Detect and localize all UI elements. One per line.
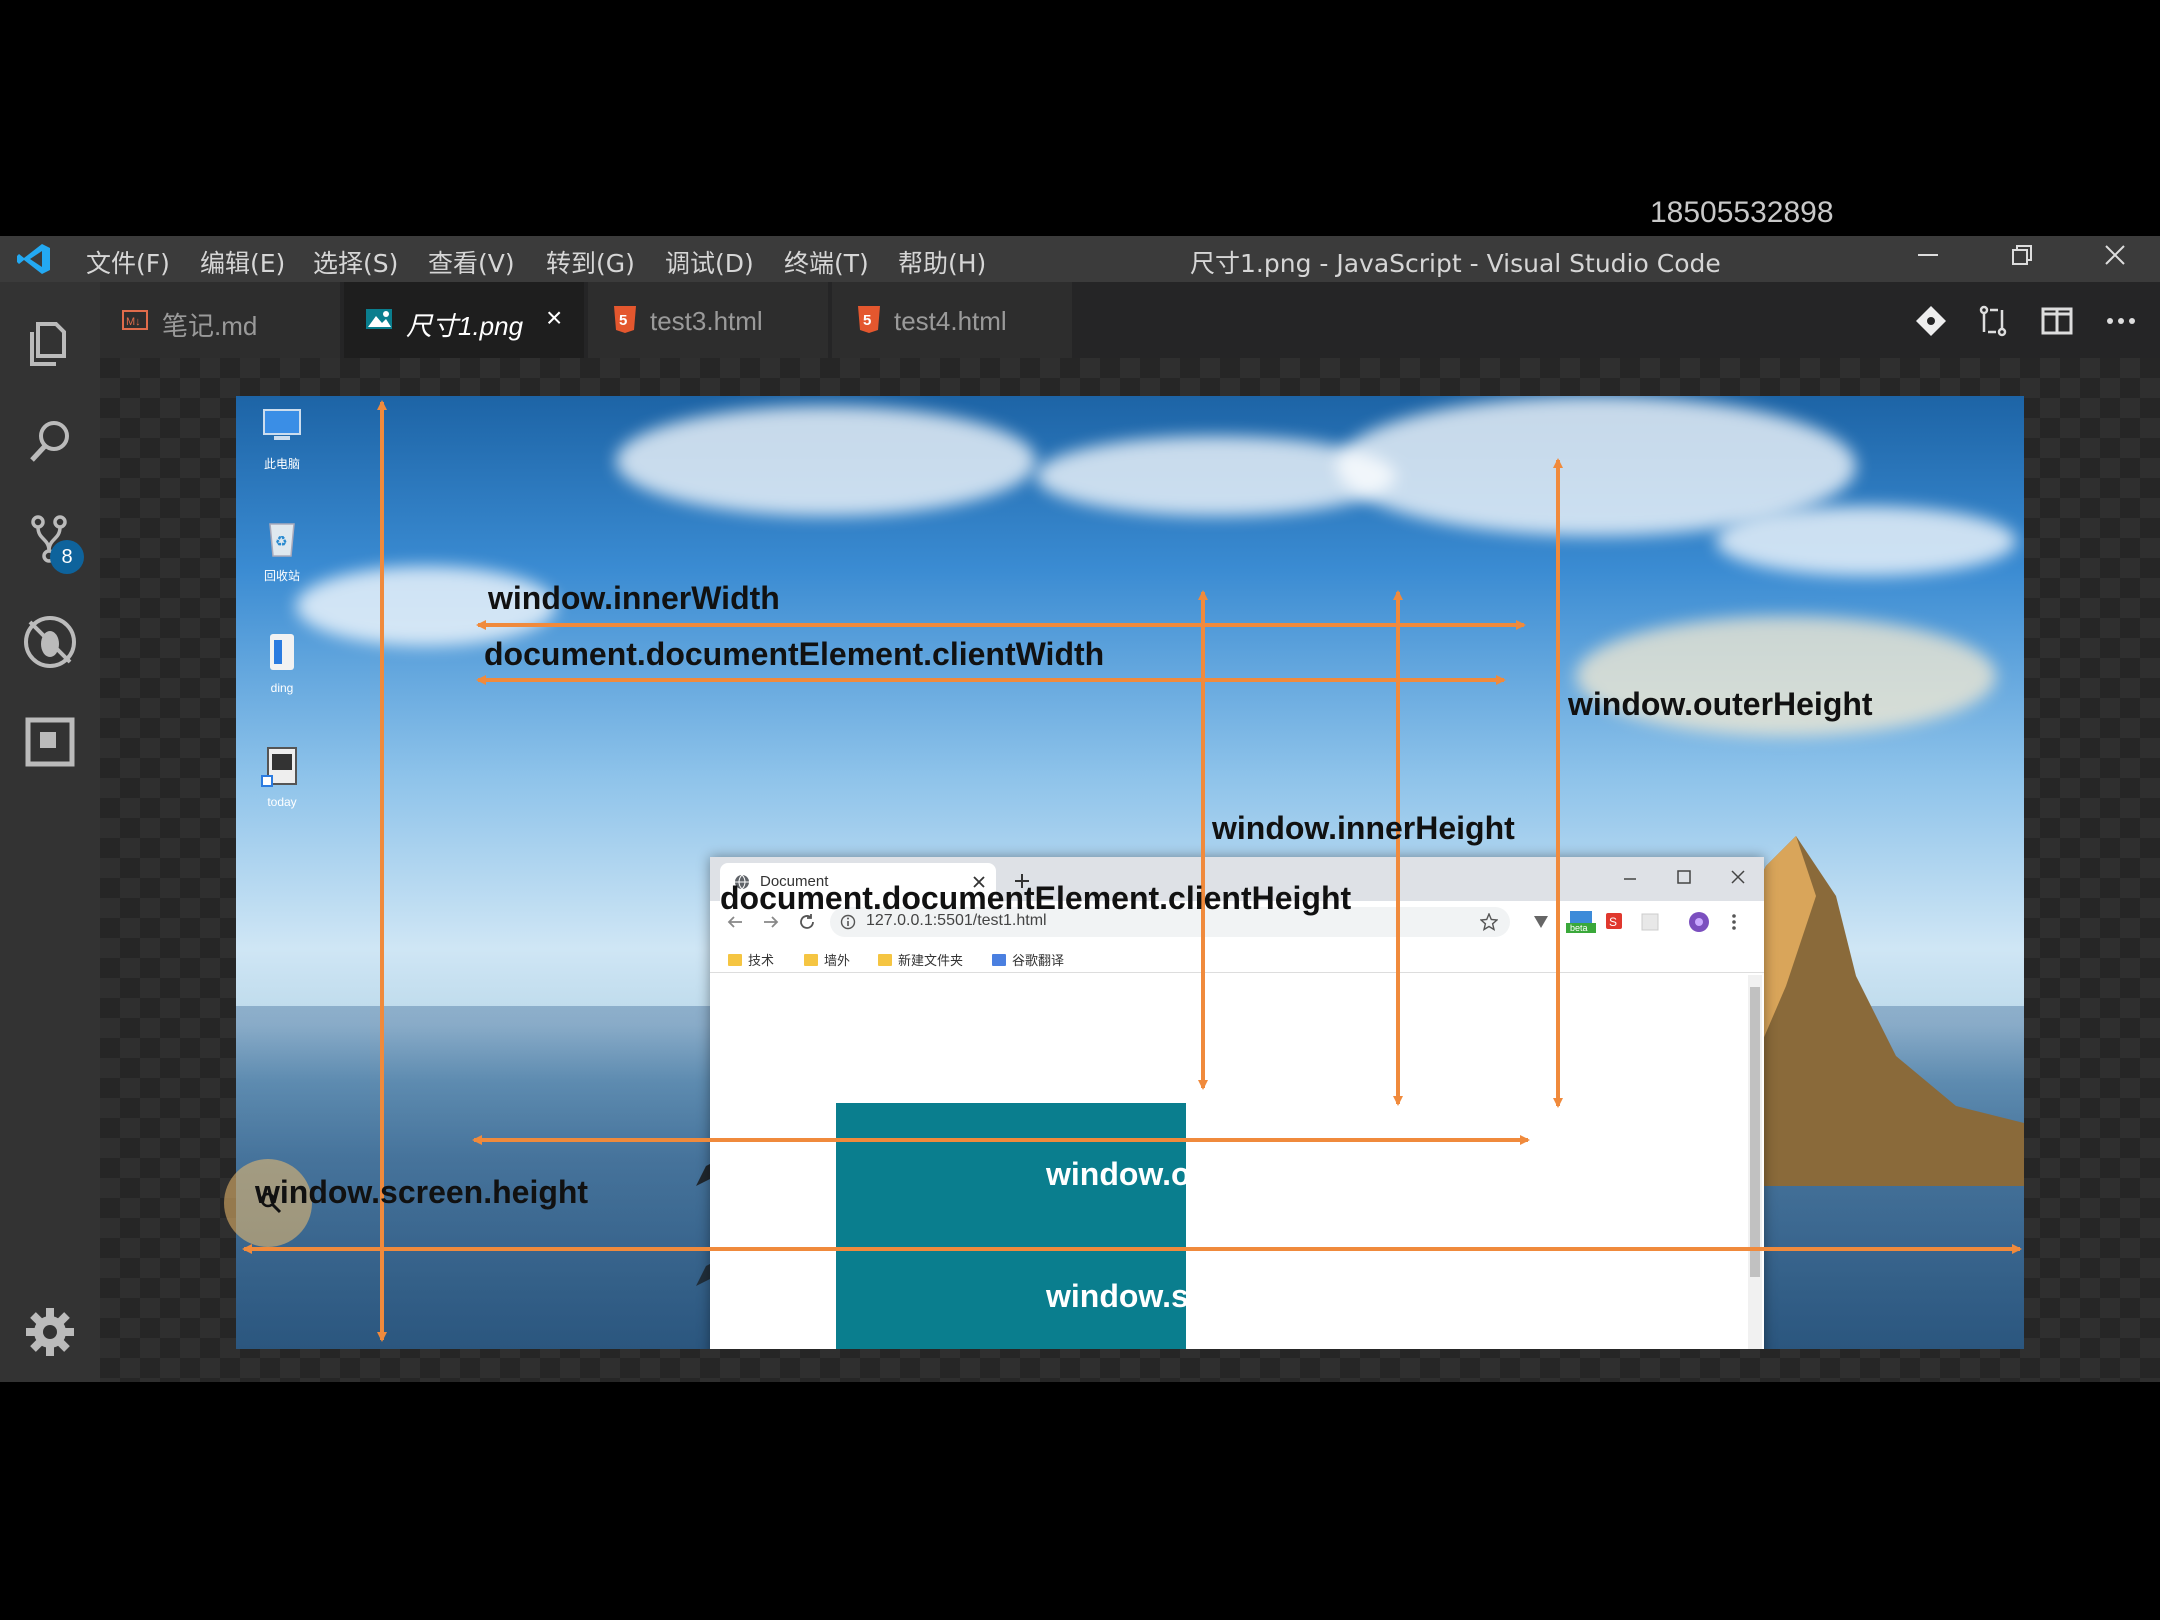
title-bar: 文件(F) 编辑(E) 选择(S) 查看(V) 转到(G) 调试(D) 终端(T… — [0, 236, 2160, 282]
recycle-bin-icon: ♻ — [269, 523, 295, 557]
translate-icon — [992, 954, 1006, 966]
restore-button[interactable] — [1992, 238, 2052, 278]
bookmark-item: 墙外 — [804, 950, 850, 969]
desktop-icon-label: ding — [270, 681, 294, 695]
svg-text:beta: beta — [1570, 923, 1588, 933]
menu-debug[interactable]: 调试(D) — [665, 244, 754, 280]
label-inner-height: window.innerHeight — [1212, 810, 1515, 846]
menu-file[interactable]: 文件(F) — [86, 244, 170, 280]
tab-label: test4.html — [894, 306, 1007, 336]
explorer-icon[interactable] — [20, 312, 80, 372]
grey-extension-icon — [1641, 913, 1659, 931]
bookmark-item: 新建文件夹 — [878, 950, 963, 969]
close-icon — [2105, 245, 2125, 265]
desktop-icon-ding: ding — [252, 630, 312, 695]
desktop-icon-label: today — [267, 795, 297, 809]
extension-v-icon — [1534, 916, 1548, 928]
tab-size-png[interactable]: 尺寸1.png × — [344, 282, 584, 358]
folder-icon — [804, 954, 818, 966]
image-icon — [366, 309, 392, 329]
desktop-icon-recycle-bin: ♻ 回收站 — [252, 516, 312, 584]
label-outer-height: window.outerHeight — [1568, 686, 1873, 722]
open-changes-icon[interactable] — [1976, 304, 2010, 338]
browser-menu-icon — [1732, 914, 1736, 930]
label-screen-height: window.screen.height — [255, 1174, 589, 1210]
beta-extension-icon: beta — [1566, 911, 1596, 933]
extensions-icon[interactable] — [20, 712, 80, 772]
ding-app-icon — [270, 634, 294, 670]
activity-bar: 8 — [0, 282, 100, 1382]
label-screen-width: window.screen.width — [1046, 1278, 1367, 1314]
tab-test3-html[interactable]: 5 test3.html — [588, 282, 828, 358]
debug-icon[interactable] — [20, 612, 80, 672]
menu-selection[interactable]: 选择(S) — [313, 244, 398, 280]
bookmark-label: 新建文件夹 — [898, 954, 964, 969]
svg-text:♻: ♻ — [275, 534, 288, 550]
red-extension-icon: S — [1606, 913, 1622, 929]
menu-view[interactable]: 查看(V) — [428, 244, 515, 280]
desktop-icon-today: today — [252, 744, 312, 809]
svg-text:S: S — [1609, 915, 1617, 929]
close-window-button[interactable] — [2085, 238, 2145, 278]
html5-icon: 5 — [614, 306, 636, 333]
minimize-icon — [1624, 878, 1636, 880]
menu-go[interactable]: 转到(G) — [546, 244, 635, 280]
editor-tab-bar: M↓ 笔记.md 尺寸1.png × 5 test3.html 5 test4.… — [100, 282, 2160, 358]
profile-avatar-icon — [1689, 912, 1709, 932]
tab-label: 笔记.md — [162, 311, 258, 341]
desktop-icon-label: 回收站 — [263, 569, 300, 583]
maximize-icon — [1677, 870, 1691, 884]
scm-badge: 8 — [50, 540, 84, 574]
menu-edit[interactable]: 编辑(E) — [200, 244, 285, 280]
tab-test4-html[interactable]: 5 test4.html — [832, 282, 1072, 358]
tab-label: 尺寸1.png — [406, 311, 524, 341]
vscode-logo-icon — [17, 244, 50, 274]
bookmark-star-icon — [1480, 913, 1498, 931]
desktop-icon-label: 此电脑 — [263, 457, 300, 471]
tab-label: test3.html — [650, 306, 763, 336]
window-title: 尺寸1.png - JavaScript - Visual Studio Cod… — [1190, 249, 1721, 278]
minimize-icon — [1918, 254, 1938, 256]
magnifier-cursor-icon — [260, 1192, 282, 1214]
split-editor-icon[interactable] — [2040, 304, 2074, 338]
label-client-width: document.documentElement.clientWidth — [484, 636, 1105, 672]
folder-shortcut-icon — [261, 747, 297, 787]
label-outer-width: window.outerWidth — [1046, 1156, 1340, 1192]
bookmark-label: 技术 — [748, 954, 775, 969]
more-actions-icon[interactable] — [2104, 304, 2138, 338]
svg-text:5: 5 — [863, 312, 871, 329]
search-icon[interactable] — [20, 412, 80, 472]
git-compare-icon[interactable] — [1914, 304, 1948, 338]
html5-icon: 5 — [858, 306, 880, 333]
markdown-icon: M↓ — [122, 310, 148, 330]
menu-terminal[interactable]: 终端(T) — [784, 244, 869, 280]
minimize-button[interactable] — [1898, 238, 1958, 278]
svg-text:M↓: M↓ — [126, 316, 141, 328]
svg-text:5: 5 — [619, 312, 627, 329]
folder-icon — [878, 954, 892, 966]
bookmark-item: 技术 — [728, 950, 774, 969]
tab-notes-md[interactable]: M↓ 笔记.md — [100, 282, 340, 358]
tab-close-icon[interactable]: × — [546, 302, 562, 334]
label-client-height: document.documentElement.clientHeight — [720, 880, 1352, 916]
bookmark-label: 谷歌翻译 — [1012, 954, 1065, 969]
bookmark-label: 墙外 — [824, 954, 851, 969]
close-icon — [1731, 870, 1745, 884]
restore-icon — [2012, 245, 2032, 265]
browser-bookmarks-bar: 技术 墙外 新建文件夹 谷歌翻译 — [710, 943, 1764, 973]
folder-icon — [728, 954, 742, 966]
browser-window-image: Document 127.0.0.1:5501/test1.html beta … — [710, 857, 1764, 1349]
label-inner-width: window.innerWidth — [488, 580, 780, 616]
desktop-icon-this-pc: 此电脑 — [252, 404, 312, 472]
computer-icon — [263, 409, 301, 440]
watermark-phone-number: 18505532898 — [1650, 196, 1834, 229]
settings-gear-icon[interactable] — [22, 1304, 78, 1360]
bookmark-item: 谷歌翻译 — [992, 950, 1064, 969]
menu-help[interactable]: 帮助(H) — [898, 244, 986, 280]
browser-scroll-thumb — [1750, 987, 1760, 1277]
